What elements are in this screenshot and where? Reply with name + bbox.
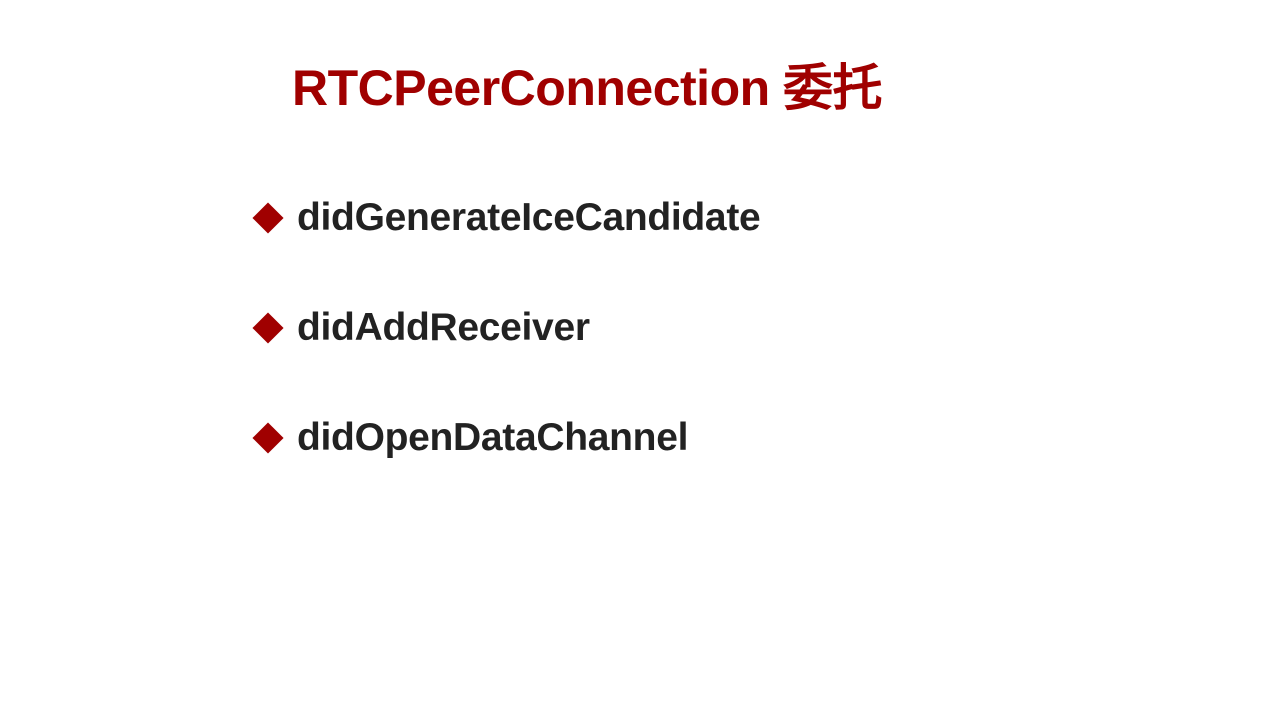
slide-title: RTCPeerConnection 委托 bbox=[292, 60, 883, 116]
bullet-text: didAddReceiver bbox=[297, 306, 590, 349]
slide: RTCPeerConnection 委托 didGenerateIceCandi… bbox=[0, 0, 1280, 720]
diamond-bullet-icon bbox=[252, 422, 284, 454]
list-item: didAddReceiver bbox=[252, 300, 760, 356]
bullet-text: didGenerateIceCandidate bbox=[297, 196, 761, 239]
bullet-text: didOpenDataChannel bbox=[297, 416, 689, 459]
bullet-list: didGenerateIceCandidate didAddReceiver d… bbox=[252, 190, 761, 520]
list-item: didGenerateIceCandidate bbox=[252, 190, 761, 246]
list-item: didOpenDataChannel bbox=[252, 410, 760, 466]
diamond-bullet-icon bbox=[252, 312, 284, 344]
diamond-bullet-icon bbox=[252, 202, 284, 234]
